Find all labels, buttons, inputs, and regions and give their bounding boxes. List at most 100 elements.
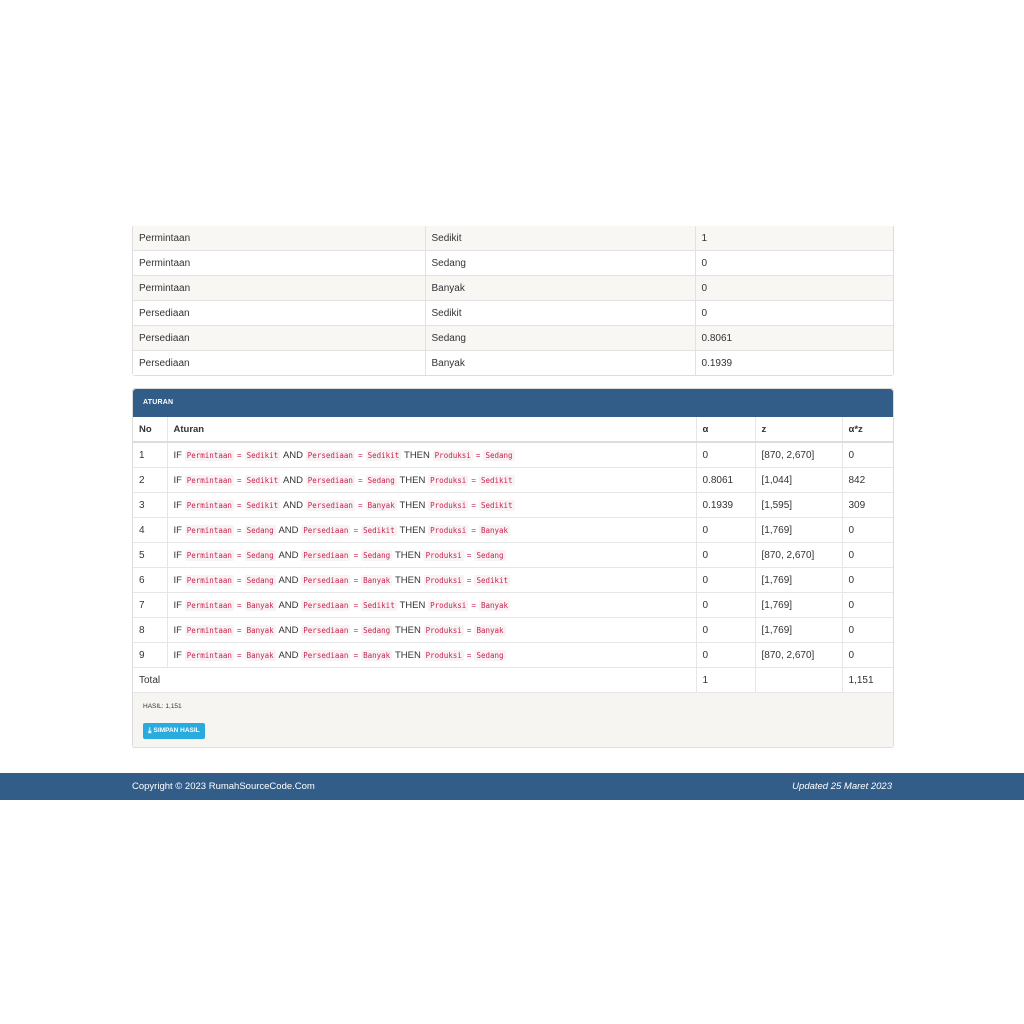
- rule-variable: Persediaan: [301, 624, 351, 636]
- rule-text: IF Permintaan = Sedikit AND Persediaan = Sed…: [166, 467, 696, 493]
- operator-equals: =: [236, 575, 242, 585]
- rule-variable: Produksi: [428, 499, 469, 511]
- keyword-then: THEN: [399, 474, 426, 486]
- rule-no: 1: [139, 449, 145, 461]
- table-row: 6 IF Permintaan = Sedang AND Persediaan = Ban…: [133, 567, 893, 593]
- rule-text: IF Permintaan = Banyak AND Persediaan = Seda…: [166, 617, 696, 643]
- rule-value: Sedikit: [244, 474, 281, 486]
- keyword-if: IF: [173, 474, 182, 486]
- rule-value: Sedikit: [244, 499, 281, 511]
- keyword-then: THEN: [404, 449, 430, 461]
- table-row: 4 IF Permintaan = Sedang AND Persediaan = Sed…: [133, 517, 893, 543]
- rule-variable: Persediaan: [305, 499, 355, 511]
- operator-equals: =: [353, 600, 359, 610]
- rule-alpha: 0: [695, 617, 755, 643]
- rule-variable: Permintaan: [184, 574, 234, 586]
- download-icon: ⤓: [148, 726, 152, 735]
- rule-variable: Persediaan: [301, 574, 351, 586]
- operator-equals: =: [236, 525, 242, 535]
- membership-variable: Persediaan: [133, 350, 425, 375]
- operator-equals: =: [353, 550, 359, 560]
- membership-set: Sedikit: [424, 300, 695, 326]
- rule-text: IF Permintaan = Banyak AND Persediaan = Bany…: [166, 642, 696, 668]
- membership-variable: Persediaan: [133, 325, 425, 351]
- table-row: Permintaan Sedikit 1: [133, 226, 893, 251]
- table-row: Permintaan Sedang 0: [133, 250, 893, 276]
- rule-alpha-z: 0: [841, 567, 893, 593]
- site-footer: Copyright © 2023 RumahSourceCode.Com Upd…: [0, 773, 1024, 800]
- membership-set: Sedang: [424, 250, 695, 276]
- membership-value: 0: [694, 300, 893, 326]
- table-row: 5 IF Permintaan = Sedang AND Persediaan = Sed…: [133, 542, 893, 568]
- save-result-button[interactable]: ⤓ SIMPAN HASIL: [143, 723, 205, 739]
- membership-variable: Permintaan: [133, 226, 425, 251]
- rules-panel-heading: ATURAN: [133, 389, 893, 417]
- rule-value: Sedikit: [478, 474, 515, 486]
- rule-value: Banyak: [244, 624, 276, 636]
- rule-alpha: 0: [695, 592, 755, 618]
- rule-variable: Produksi: [423, 624, 464, 636]
- keyword-then: THEN: [399, 524, 426, 536]
- updated-text: Updated 25 Maret 2023: [792, 781, 892, 792]
- rule-text: IF Permintaan = Sedikit AND Persediaan = Sed…: [166, 442, 696, 468]
- operator-equals: =: [236, 625, 242, 635]
- rule-alpha-z: 842: [841, 467, 893, 493]
- column-header-alpha-z: α*z: [841, 417, 893, 443]
- keyword-and: AND: [282, 499, 304, 511]
- rule-variable: Permintaan: [184, 474, 234, 486]
- operator-equals: =: [357, 500, 363, 510]
- rule-text: IF Permintaan = Sedang AND Persediaan = Seda…: [166, 542, 696, 568]
- keyword-then: THEN: [394, 649, 421, 661]
- save-button-label: SIMPAN HASIL: [153, 727, 200, 734]
- operator-equals: =: [466, 650, 472, 660]
- keyword-and: AND: [278, 549, 299, 561]
- keyword-then: THEN: [394, 549, 421, 561]
- rule-alpha: 0: [695, 517, 755, 543]
- rule-value: Sedikit: [361, 599, 397, 611]
- rule-value: Banyak: [361, 649, 393, 661]
- rule-alpha-z: 0: [841, 617, 893, 643]
- membership-set: Banyak: [424, 350, 695, 375]
- keyword-if: IF: [173, 624, 182, 636]
- rule-variable: Permintaan: [184, 624, 234, 636]
- total-alpha-z: 1,151: [841, 667, 893, 692]
- rule-no: 4: [133, 517, 167, 543]
- keyword-then: THEN: [394, 574, 421, 586]
- rule-variable: Persediaan: [301, 524, 351, 536]
- rule-value: Sedang: [474, 649, 506, 661]
- operator-equals: =: [353, 650, 359, 660]
- total-row: Total 1 1,151: [133, 667, 893, 692]
- operator-equals: =: [475, 450, 481, 460]
- table-row: 7 IF Permintaan = Banyak AND Persediaan = Sed…: [133, 592, 893, 618]
- rule-alpha-z: 0: [841, 642, 893, 668]
- column-header-z: z: [754, 417, 842, 443]
- rule-z: [1,769]: [754, 567, 842, 593]
- rule-alpha: 0.8061: [695, 467, 755, 493]
- keyword-then: THEN: [399, 499, 426, 511]
- rule-value: Sedang: [244, 574, 276, 586]
- rule-variable: Permintaan: [184, 649, 234, 661]
- rule-alpha-z: 309: [841, 492, 893, 518]
- rule-z: [1,769]: [754, 617, 842, 643]
- column-header-no: No: [133, 417, 167, 443]
- rule-variable: Permintaan: [184, 449, 234, 461]
- membership-value: 1: [694, 226, 893, 251]
- membership-panel: Permintaan Sedikit 1 Permintaan Sedang 0…: [132, 226, 894, 376]
- rule-z: [1,595]: [754, 492, 842, 518]
- rule-value: Sedikit: [478, 499, 515, 511]
- operator-equals: =: [236, 475, 242, 485]
- operator-equals: =: [471, 500, 476, 510]
- operator-equals: =: [466, 625, 472, 635]
- operator-equals: =: [236, 550, 242, 560]
- rules-body: 1 IF Permintaan = Sedikit AND Persediaan = Se…: [133, 442, 893, 668]
- membership-table: Permintaan Sedikit 1 Permintaan Sedang 0…: [133, 226, 893, 375]
- rule-text: IF Permintaan = Banyak AND Persediaan = Sedi…: [166, 592, 696, 618]
- rule-variable: Produksi: [423, 649, 464, 661]
- rule-value: Sedang: [244, 524, 276, 536]
- keyword-and: AND: [278, 524, 299, 536]
- rule-no: 3: [133, 492, 167, 518]
- table-row: 8 IF Permintaan = Banyak AND Persediaan = Sed…: [133, 617, 893, 643]
- keyword-and: AND: [278, 624, 299, 636]
- keyword-if: IF: [173, 499, 182, 511]
- operator-equals: =: [353, 575, 359, 585]
